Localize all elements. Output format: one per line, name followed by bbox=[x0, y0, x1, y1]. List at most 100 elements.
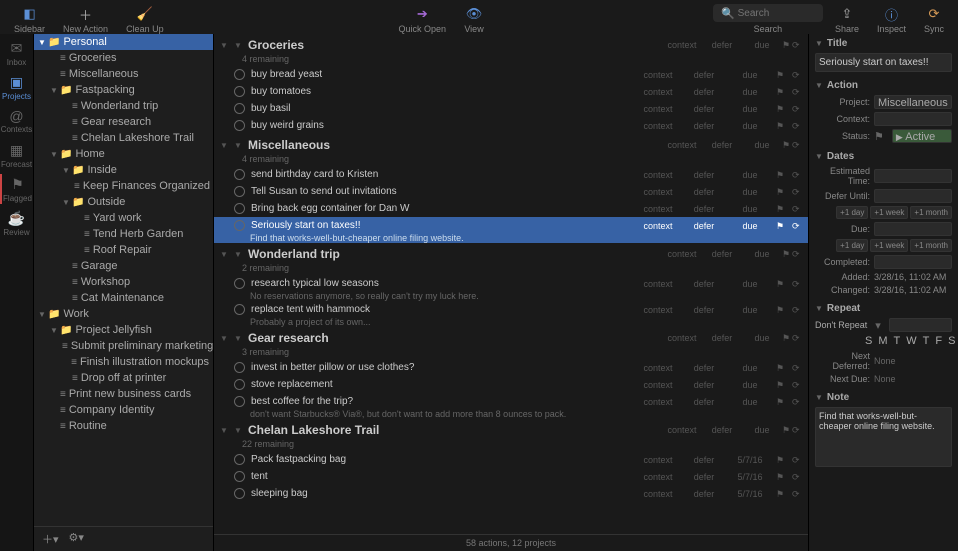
chevron-down-icon[interactable]: ▼ bbox=[234, 250, 242, 259]
sidebar-item[interactable]: ≡Finish illustration mockups bbox=[34, 354, 213, 370]
quick-1week[interactable]: +1 week bbox=[870, 206, 908, 219]
chevron-down-icon[interactable]: ▼ bbox=[815, 39, 823, 48]
flag-icon[interactable]: ⚑ bbox=[782, 140, 792, 150]
repeat-icon[interactable]: ⟳ bbox=[792, 397, 802, 407]
sidebar-item[interactable]: ≡Garage bbox=[34, 258, 213, 274]
flag-icon[interactable]: ⚑ bbox=[782, 249, 792, 259]
repeat-icon[interactable]: ⟳ bbox=[792, 221, 802, 231]
chevron-down-icon[interactable]: ▼ bbox=[815, 393, 823, 402]
repeat-icon[interactable]: ⟳ bbox=[792, 249, 802, 259]
sidebar-item[interactable]: ≡Cat Maintenance bbox=[34, 290, 213, 306]
disclosure-arrow[interactable]: ▼ bbox=[62, 198, 72, 207]
chevron-down-icon[interactable]: ▼ bbox=[815, 81, 823, 90]
flag-icon[interactable]: ⚑ bbox=[776, 472, 786, 482]
task-row[interactable]: best coffee for the trip?contextdeferdue… bbox=[214, 393, 808, 410]
flag-icon[interactable]: ⚑ bbox=[776, 121, 786, 131]
group-header[interactable]: ▼▼Miscellaneouscontextdeferdue⚑⟳ bbox=[214, 134, 808, 156]
flag-toggle[interactable]: ⚑ bbox=[874, 130, 884, 143]
nav-inbox[interactable]: ✉Inbox bbox=[0, 38, 34, 68]
flag-icon[interactable]: ⚑ bbox=[782, 425, 792, 435]
checkbox[interactable] bbox=[234, 454, 245, 465]
search-input[interactable] bbox=[738, 8, 818, 19]
defer-input[interactable] bbox=[874, 189, 952, 203]
repeat-icon[interactable]: ⟳ bbox=[792, 40, 802, 50]
checkbox[interactable] bbox=[234, 186, 245, 197]
chevron-down-icon[interactable]: ▼ bbox=[220, 334, 228, 343]
est-time-input[interactable] bbox=[874, 169, 952, 183]
repeat-icon[interactable]: ⟳ bbox=[792, 455, 802, 465]
gear-button[interactable]: ⚙▾ bbox=[69, 531, 84, 547]
chevron-down-icon[interactable]: ▼ bbox=[815, 304, 823, 313]
repeat-icon[interactable]: ⟳ bbox=[792, 489, 802, 499]
disclosure-arrow[interactable]: ▼ bbox=[38, 310, 48, 319]
new-action-button[interactable]: ＋ New Action bbox=[57, 4, 114, 36]
task-row[interactable]: sleeping bagcontextdefer5/7/16⚑⟳ bbox=[214, 485, 808, 502]
sidebar-item[interactable]: ▼📁Home bbox=[34, 146, 213, 162]
due-input[interactable] bbox=[874, 222, 952, 236]
task-row[interactable]: send birthday card to Kristencontextdefe… bbox=[214, 166, 808, 183]
repeat-icon[interactable]: ⟳ bbox=[792, 104, 802, 114]
sidebar-item[interactable]: ▼📁Work bbox=[34, 306, 213, 322]
task-row[interactable]: buy weird grainscontextdeferdue⚑⟳ bbox=[214, 117, 808, 134]
day-letter[interactable]: T bbox=[894, 335, 901, 347]
disclosure-arrow[interactable]: ▼ bbox=[50, 86, 60, 95]
repeat-icon[interactable]: ⟳ bbox=[792, 140, 802, 150]
repeat-icon[interactable]: ⟳ bbox=[792, 472, 802, 482]
sidebar-item[interactable]: ≡Routine bbox=[34, 418, 213, 434]
disclosure-arrow[interactable]: ▼ bbox=[38, 38, 48, 47]
disclosure-arrow[interactable]: ▼ bbox=[50, 326, 60, 335]
day-letter[interactable]: M bbox=[878, 335, 887, 347]
flag-icon[interactable]: ⚑ bbox=[776, 187, 786, 197]
disclosure-arrow[interactable]: ▼ bbox=[50, 150, 60, 159]
flag-icon[interactable]: ⚑ bbox=[776, 87, 786, 97]
repeat-icon[interactable]: ⟳ bbox=[792, 187, 802, 197]
repeat-input[interactable] bbox=[889, 318, 952, 332]
checkbox[interactable] bbox=[234, 396, 245, 407]
day-letter[interactable]: S bbox=[948, 335, 955, 347]
sidebar-item[interactable]: ≡Workshop bbox=[34, 274, 213, 290]
checkbox[interactable] bbox=[234, 69, 245, 80]
sidebar-item[interactable]: ▼📁Personal bbox=[34, 34, 213, 50]
group-header[interactable]: ▼▼Wonderland tripcontextdeferdue⚑⟳ bbox=[214, 243, 808, 265]
view-button[interactable]: 👁 View bbox=[458, 4, 490, 36]
quick-open-button[interactable]: ➔ Quick Open bbox=[393, 4, 453, 36]
add-button[interactable]: ＋▾ bbox=[42, 531, 59, 547]
repeat-icon[interactable]: ⟳ bbox=[792, 363, 802, 373]
checkbox[interactable] bbox=[234, 379, 245, 390]
flag-icon[interactable]: ⚑ bbox=[776, 380, 786, 390]
chevron-down-icon[interactable]: ▼ bbox=[234, 141, 242, 150]
repeat-icon[interactable]: ⟳ bbox=[792, 170, 802, 180]
repeat-icon[interactable]: ⟳ bbox=[792, 279, 802, 289]
day-letter[interactable]: S bbox=[865, 335, 872, 347]
checkbox[interactable] bbox=[234, 169, 245, 180]
checkbox[interactable] bbox=[234, 103, 245, 114]
flag-icon[interactable]: ⚑ bbox=[776, 489, 786, 499]
task-row[interactable]: research typical low seasonscontextdefer… bbox=[214, 275, 808, 292]
checkbox[interactable] bbox=[234, 304, 245, 315]
flag-icon[interactable]: ⚑ bbox=[776, 279, 786, 289]
checkbox[interactable] bbox=[234, 471, 245, 482]
quick-1month[interactable]: +1 month bbox=[910, 206, 952, 219]
sidebar-item[interactable]: ≡Submit preliminary marketing... bbox=[34, 338, 213, 354]
checkbox[interactable] bbox=[234, 278, 245, 289]
task-row[interactable]: buy bread yeastcontextdeferdue⚑⟳ bbox=[214, 66, 808, 83]
task-row[interactable]: Bring back egg container for Dan Wcontex… bbox=[214, 200, 808, 217]
sidebar-item[interactable]: ≡Groceries bbox=[34, 50, 213, 66]
chevron-down-icon[interactable]: ▼ bbox=[234, 334, 242, 343]
project-select[interactable]: Miscellaneous ▾ bbox=[874, 95, 952, 109]
nav-review[interactable]: ☕Review bbox=[0, 208, 34, 238]
context-select[interactable] bbox=[874, 112, 952, 126]
chevron-down-icon[interactable]: ▼ bbox=[220, 426, 228, 435]
task-row[interactable]: buy basilcontextdeferdue⚑⟳ bbox=[214, 100, 808, 117]
sidebar-item[interactable]: ▼📁Outside bbox=[34, 194, 213, 210]
flag-icon[interactable]: ⚑ bbox=[776, 221, 786, 231]
sidebar-item[interactable]: ≡Drop off at printer bbox=[34, 370, 213, 386]
task-row[interactable]: Seriously start on taxes!!contextdeferdu… bbox=[214, 217, 808, 234]
sidebar-item[interactable]: ≡Wonderland trip bbox=[34, 98, 213, 114]
quick-1day-due[interactable]: +1 day bbox=[836, 239, 868, 252]
checkbox[interactable] bbox=[234, 362, 245, 373]
sidebar-item[interactable]: ≡Tend Herb Garden bbox=[34, 226, 213, 242]
flag-icon[interactable]: ⚑ bbox=[776, 204, 786, 214]
task-row[interactable]: Pack fastpacking bagcontextdefer5/7/16⚑⟳ bbox=[214, 451, 808, 468]
quick-1day[interactable]: +1 day bbox=[836, 206, 868, 219]
